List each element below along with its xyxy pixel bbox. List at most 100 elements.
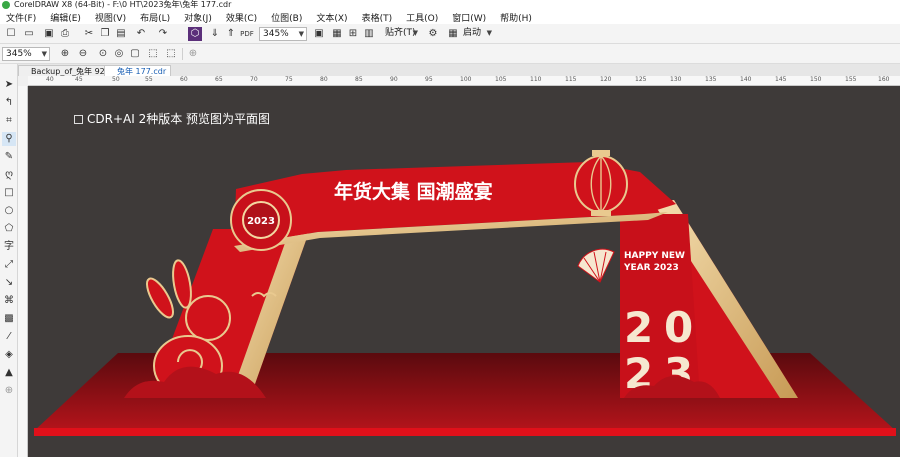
rabbit-head bbox=[185, 295, 231, 341]
fan-ornament bbox=[577, 248, 615, 283]
add-preset-icon[interactable]: ⊕ bbox=[186, 47, 200, 61]
big-digit-2-top: 2 bbox=[624, 303, 653, 352]
toolbar-separator bbox=[182, 48, 183, 60]
ruler-tick-label: 135 bbox=[705, 76, 717, 83]
menu-help[interactable]: 帮助(H) bbox=[500, 11, 532, 24]
launch-app-icon[interactable]: ▦ bbox=[446, 27, 460, 41]
blend-tool-icon[interactable]: ⌘ bbox=[2, 294, 16, 308]
banner-text: 年货大集 国潮盛宴 bbox=[334, 180, 493, 203]
launch-label: 启动 bbox=[463, 28, 482, 38]
menu-effects[interactable]: 效果(C) bbox=[226, 11, 257, 24]
menu-tools[interactable]: 工具(O) bbox=[406, 11, 438, 24]
save-icon[interactable]: ▣ bbox=[42, 27, 56, 41]
tab-rabbit-177[interactable]: 兔年 177.cdr bbox=[104, 65, 172, 76]
horizontal-ruler: 40 45 50 55 60 65 70 75 80 85 90 95 100 … bbox=[28, 76, 900, 86]
menu-edit[interactable]: 编辑(E) bbox=[50, 11, 81, 24]
ruler-tick-label: 105 bbox=[495, 76, 507, 83]
export-icon[interactable]: ⇑ bbox=[224, 27, 238, 41]
menu-window[interactable]: 窗口(W) bbox=[452, 11, 486, 24]
zoom-to-all-objects-icon[interactable]: ◎ bbox=[112, 47, 126, 61]
ruler-tick-label: 65 bbox=[215, 76, 223, 83]
ruler-tick-label: 70 bbox=[250, 76, 258, 83]
zoom-levels-combo[interactable]: 345% ▼ bbox=[2, 47, 50, 61]
open-folder-icon[interactable]: ▭ bbox=[22, 27, 36, 41]
document-tabs: Backup_of_兔年 92.cdr 兔年 177.cdr bbox=[0, 64, 900, 76]
artistic-media-tool-icon[interactable]: ღ bbox=[2, 168, 16, 182]
zoom-out-icon[interactable]: ⊖ bbox=[76, 47, 90, 61]
menu-object[interactable]: 对象(J) bbox=[184, 11, 212, 24]
menu-bitmaps[interactable]: 位图(B) bbox=[271, 11, 302, 24]
launch-dropdown[interactable]: 启动 ▼ bbox=[460, 27, 494, 41]
ruler-tick-label: 125 bbox=[635, 76, 647, 83]
polygon-tool-icon[interactable]: ⬠ bbox=[2, 222, 16, 236]
ruler-tick-label: 110 bbox=[530, 76, 542, 83]
crop-tool-icon[interactable]: ⌗ bbox=[2, 114, 16, 128]
eyedropper-tool-icon[interactable]: ⁄ bbox=[2, 330, 16, 344]
toolbox: ➤ ↰ ⌗ ⚲ ✎ ღ □ ○ ⬠ 字 ⤢ ↘ ⌘ ▩ ⁄ ◈ ▲ ⊕ bbox=[0, 64, 18, 457]
zoom-level-combo[interactable]: 345% ▼ bbox=[259, 27, 307, 41]
stage-front-edge bbox=[34, 428, 896, 436]
happy-new-text: HAPPY NEW bbox=[624, 251, 685, 261]
print-icon[interactable]: ⎙ bbox=[58, 27, 72, 41]
redo-icon[interactable]: ↷ bbox=[156, 27, 170, 41]
ruler-tick-label: 145 bbox=[775, 76, 787, 83]
ellipse-tool-icon[interactable]: ○ bbox=[2, 204, 16, 218]
menu-text[interactable]: 文本(X) bbox=[316, 11, 347, 24]
ruler-tick-label: 155 bbox=[845, 76, 857, 83]
smart-fill-tool-icon[interactable]: ▲ bbox=[2, 366, 16, 380]
menu-file[interactable]: 文件(F) bbox=[6, 11, 36, 24]
gateway-artwork[interactable]: 年货大集 国潮盛宴 2023 HAPPY NEW YEAR 2023 2 0 2… bbox=[28, 86, 900, 457]
transparency-tool-icon[interactable]: ▩ bbox=[2, 312, 16, 326]
pick-tool-icon[interactable]: ➤ bbox=[2, 78, 16, 92]
new-document-icon[interactable]: ☐ bbox=[4, 27, 18, 41]
text-tool-icon[interactable]: 字 bbox=[2, 240, 16, 254]
zoom-to-page-icon[interactable]: ▢ bbox=[128, 47, 142, 61]
coreldraw-app-icon bbox=[2, 1, 10, 9]
year-text: YEAR 2023 bbox=[623, 263, 679, 273]
ruler-tick-label: 140 bbox=[740, 76, 752, 83]
search-content-icon[interactable]: ⬡ bbox=[188, 27, 202, 41]
ruler-tick-label: 60 bbox=[180, 76, 188, 83]
paste-icon[interactable]: ▤ bbox=[114, 27, 128, 41]
ruler-tick-label: 85 bbox=[355, 76, 363, 83]
zoom-tool-icon[interactable]: ⚲ bbox=[2, 132, 16, 146]
add-tool-icon[interactable]: ⊕ bbox=[2, 384, 16, 398]
lantern-bottom bbox=[591, 210, 611, 216]
menu-table[interactable]: 表格(T) bbox=[362, 11, 393, 24]
publish-pdf-icon[interactable]: PDF bbox=[240, 27, 254, 41]
ruler-tick-label: 75 bbox=[285, 76, 293, 83]
drawing-canvas[interactable]: CDR+AI 2种版本 预览图为平面图 年货大集 国潮盛宴 2023 HAPPY… bbox=[28, 86, 900, 457]
menu-view[interactable]: 视图(V) bbox=[95, 11, 126, 24]
zoom-to-selected-icon[interactable]: ⊙ bbox=[96, 47, 110, 61]
zoom-to-height-icon[interactable]: ⬚ bbox=[164, 47, 178, 61]
canvas-note: CDR+AI 2种版本 预览图为平面图 bbox=[74, 110, 270, 127]
canvas-note-text: CDR+AI 2种版本 预览图为平面图 bbox=[87, 112, 271, 126]
shape-tool-icon[interactable]: ↰ bbox=[2, 96, 16, 110]
menu-bar: 文件(F) 编辑(E) 视图(V) 布局(L) 对象(J) 效果(C) 位图(B… bbox=[0, 10, 900, 24]
show-guidelines-icon[interactable]: ▥ bbox=[362, 27, 376, 41]
ruler-tick-label: 150 bbox=[810, 76, 822, 83]
import-icon[interactable]: ⇓ bbox=[208, 27, 222, 41]
show-rulers-icon[interactable]: ▦ bbox=[330, 27, 344, 41]
ruler-tick-label: 55 bbox=[145, 76, 153, 83]
zoom-levels-value: 345% bbox=[6, 49, 32, 59]
tab-label: 兔年 177.cdr bbox=[117, 67, 167, 76]
ruler-tick-label: 130 bbox=[670, 76, 682, 83]
rabbit-ear-right bbox=[172, 259, 192, 309]
options-gear-icon[interactable]: ⚙ bbox=[426, 27, 440, 41]
freehand-tool-icon[interactable]: ✎ bbox=[2, 150, 16, 164]
snap-to-dropdown[interactable]: 贴齐(T) ▼ bbox=[382, 27, 420, 41]
chevron-down-icon: ▼ bbox=[412, 29, 418, 37]
undo-icon[interactable]: ↶ bbox=[134, 27, 148, 41]
rectangle-tool-icon[interactable]: □ bbox=[2, 186, 16, 200]
zoom-to-width-icon[interactable]: ⬚ bbox=[146, 47, 160, 61]
copy-icon[interactable]: ❐ bbox=[98, 27, 112, 41]
parallel-dimension-tool-icon[interactable]: ⤢ bbox=[2, 258, 16, 272]
cut-icon[interactable]: ✂ bbox=[82, 27, 96, 41]
show-grid-icon[interactable]: ⊞ bbox=[346, 27, 360, 41]
connector-tool-icon[interactable]: ↘ bbox=[2, 276, 16, 290]
interactive-fill-tool-icon[interactable]: ◈ bbox=[2, 348, 16, 362]
menu-layout[interactable]: 布局(L) bbox=[140, 11, 170, 24]
full-screen-icon[interactable]: ▣ bbox=[312, 27, 326, 41]
zoom-in-icon[interactable]: ⊕ bbox=[58, 47, 72, 61]
